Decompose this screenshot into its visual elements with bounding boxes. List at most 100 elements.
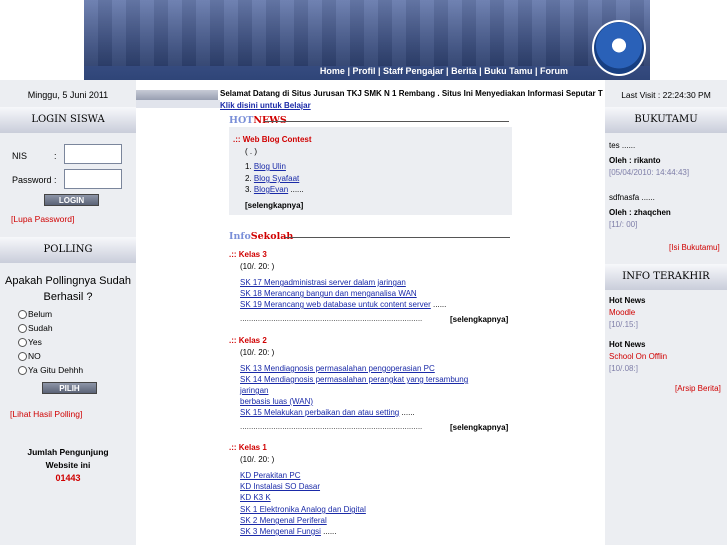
- kelas-2-more-link[interactable]: [selengkapnya]: [450, 423, 508, 432]
- kelas-1-meta: (10/. 20: ): [240, 455, 275, 464]
- poll-option-label: Ya Gitu Dehhh: [28, 365, 84, 375]
- lihat-hasil-polling-link[interactable]: [Lihat Hasil Polling]: [10, 409, 82, 419]
- welcome-marquee: Selamat Datang di Situs Jurusan TKJ SMK …: [220, 89, 603, 98]
- kelas-2-link-sk13[interactable]: SK 13 Mendiagnosis permasalahan pengoper…: [240, 364, 435, 373]
- login-button[interactable]: LOGIN: [44, 194, 99, 206]
- password-label: Password: [12, 175, 52, 185]
- nis-label: NIS: [12, 151, 28, 161]
- nis-input[interactable]: [64, 144, 122, 164]
- kelas-2-meta: (10/. 20: ): [240, 348, 275, 357]
- kelas-3-more-link[interactable]: [selengkapnya]: [450, 315, 508, 324]
- blog-syafaat-link[interactable]: Blog Syafaat: [254, 174, 299, 183]
- nav-staff-pengajar[interactable]: Staff Pengajar: [383, 66, 444, 76]
- kelas-3-link-sk18[interactable]: SK 18 Merancang bangun dan menganalisa W…: [240, 289, 417, 298]
- kelas-1-link-row-6: SK 3 Mengenal Fungsi ......: [240, 527, 337, 536]
- nav-forum[interactable]: Forum: [540, 66, 568, 76]
- guestbook-entry-1-author: Oleh : rikanto: [609, 156, 661, 165]
- kelas-2-title: .:: Kelas 2: [229, 336, 267, 345]
- radio-icon: [18, 366, 27, 375]
- poll-option-ya-gitu-dehhh[interactable]: Ya Gitu Dehhh: [18, 365, 83, 375]
- kelas-1-title: .:: Kelas 1: [229, 443, 267, 452]
- kelas-3-link-sk19[interactable]: SK 19 Merancang web database untuk conte…: [240, 300, 431, 309]
- current-date: Minggu, 5 Juni 2011: [27, 90, 109, 100]
- blog-item-num: 3.: [245, 185, 252, 194]
- blog-item-3: 3. BlogEvan ......: [245, 185, 304, 194]
- hotnews-title-a: HOT: [229, 115, 254, 126]
- infosekolah-title: InfoSekolah: [229, 231, 293, 242]
- news-2-title[interactable]: School On Offlin: [609, 352, 667, 361]
- poll-option-label: Belum: [28, 309, 53, 319]
- radio-icon: [18, 310, 27, 319]
- kelas-2-link-jaringan[interactable]: jaringan: [240, 386, 268, 395]
- arsip-berita-text: Arsip Berita: [677, 384, 719, 393]
- nav-home[interactable]: Home: [320, 66, 345, 76]
- poll-option-yes[interactable]: Yes: [18, 337, 42, 347]
- nav-berita[interactable]: Berita: [451, 66, 477, 76]
- guestbook-entry-1-msg: tes ......: [609, 141, 636, 150]
- poll-option-label: NO: [28, 351, 41, 361]
- radio-icon: [18, 324, 27, 333]
- nav-profil[interactable]: Profil: [352, 66, 375, 76]
- pilih-button[interactable]: PILIH: [42, 382, 97, 394]
- kelas-2-link-row-5: SK 15 Melakukan perbaikan dan atau setti…: [240, 408, 415, 417]
- kelas-2-link-suffix: ......: [399, 408, 415, 417]
- blog-evan-link[interactable]: BlogEvan: [254, 185, 288, 194]
- guestbook-entry-2-msg: sdfnasfa ......: [609, 193, 655, 202]
- kelas-2-link-sk14[interactable]: SK 14 Mendiagnosis permasalahan perangka…: [240, 375, 468, 384]
- news-1-time: [10/.15:]: [609, 320, 638, 329]
- lupa-password-text: Lupa Password: [13, 214, 72, 224]
- kelas-3-dots: ........................................…: [240, 314, 423, 323]
- kelas-1-link-sk1[interactable]: SK 1 Elektronika Analog dan Digital: [240, 505, 366, 514]
- poll-option-sudah[interactable]: Sudah: [18, 323, 53, 333]
- radio-icon: [18, 352, 27, 361]
- right-sidebar: Last Visit : 22:24:30 PM BUKUTAMU tes ..…: [605, 80, 727, 545]
- kelas-1-link-sk3[interactable]: SK 3 Mengenal Fungsi: [240, 527, 321, 536]
- kelas-1-link-sk2[interactable]: SK 2 Mengenal Periferal: [240, 516, 327, 525]
- kelas-1-link-k3[interactable]: KD K3 K: [240, 493, 271, 502]
- news-1-title[interactable]: Moodle: [609, 308, 635, 317]
- guestbook-entry-2-time: [11/: 00]: [609, 220, 638, 229]
- header-banner: Home | Profil | Staff Pengajar | Berita …: [84, 0, 650, 80]
- blog-item-2: 2. Blog Syafaat: [245, 174, 299, 183]
- nis-colon: :: [54, 151, 57, 161]
- visitor-label-line-1: Jumlah Pengunjung: [27, 447, 109, 457]
- kelas-3-link-sk17[interactable]: SK 17 Mengadministrasi server dalam jari…: [240, 278, 406, 287]
- blog-contest-meta: ( . ): [245, 147, 257, 156]
- isi-bukutamu-link[interactable]: [Isi Bukutamu]: [669, 243, 720, 252]
- visitor-counter: Jumlah Pengunjung Website ini 01443: [0, 446, 136, 485]
- isi-bukutamu-text: Isi Bukutamu: [671, 243, 718, 252]
- kelas-1-link-perakitan-pc[interactable]: KD Perakitan PC: [240, 471, 300, 480]
- blog-ulin-link[interactable]: Blog Ulin: [254, 162, 286, 171]
- lihat-hasil-polling-text: Lihat Hasil Polling: [12, 409, 80, 419]
- password-colon: :: [54, 175, 57, 185]
- nav-buku-tamu[interactable]: Buku Tamu: [484, 66, 532, 76]
- belajar-link[interactable]: Klik disini untuk Belajar: [220, 101, 311, 110]
- radio-icon: [18, 338, 27, 347]
- poll-option-belum[interactable]: Belum: [18, 309, 52, 319]
- poll-option-no[interactable]: NO: [18, 351, 41, 361]
- infosekolah-title-a: Info: [229, 231, 251, 242]
- visitor-label-line-2: Website ini: [45, 460, 91, 470]
- poll-question: Apakah Pollingnya Sudah Berhasil ?: [5, 275, 131, 303]
- blog-item-num: 1.: [245, 162, 252, 171]
- kelas-2-link-sk15[interactable]: SK 15 Melakukan perbaikan dan atau setti…: [240, 408, 399, 417]
- info-terakhir-header: INFO TERAKHIR: [605, 264, 727, 290]
- bukutamu-header: BUKUTAMU: [605, 107, 727, 133]
- kelas-3-link-row-3: SK 19 Merancang web database untuk conte…: [240, 300, 446, 309]
- school-logo: [592, 20, 646, 76]
- guestbook-entry-2-author: Oleh : zhaqchen: [609, 208, 671, 217]
- kelas-2-link-wan[interactable]: berbasis luas (WAN): [240, 397, 313, 406]
- main-nav: Home | Profil | Staff Pengajar | Berita …: [319, 66, 568, 76]
- blog-more-link[interactable]: [selengkapnya]: [245, 201, 303, 210]
- news-2-label: Hot News: [609, 340, 646, 349]
- password-input[interactable]: [64, 169, 122, 189]
- lupa-password-link[interactable]: [Lupa Password]: [11, 214, 74, 224]
- blog-item-num: 2.: [245, 174, 252, 183]
- kelas-3-meta: (10/. 20: ): [240, 262, 275, 271]
- guestbook-entry-1-time: [05/04/2010: 14:44:43]: [609, 168, 690, 177]
- arsip-berita-link[interactable]: [Arsip Berita]: [675, 384, 721, 393]
- kelas-3-title: .:: Kelas 3: [229, 250, 267, 259]
- login-siswa-header: LOGIN SISWA: [0, 107, 136, 133]
- kelas-3-link-suffix: ......: [430, 300, 447, 309]
- kelas-1-link-instalasi-so[interactable]: KD Instalasi SO Dasar: [240, 482, 320, 491]
